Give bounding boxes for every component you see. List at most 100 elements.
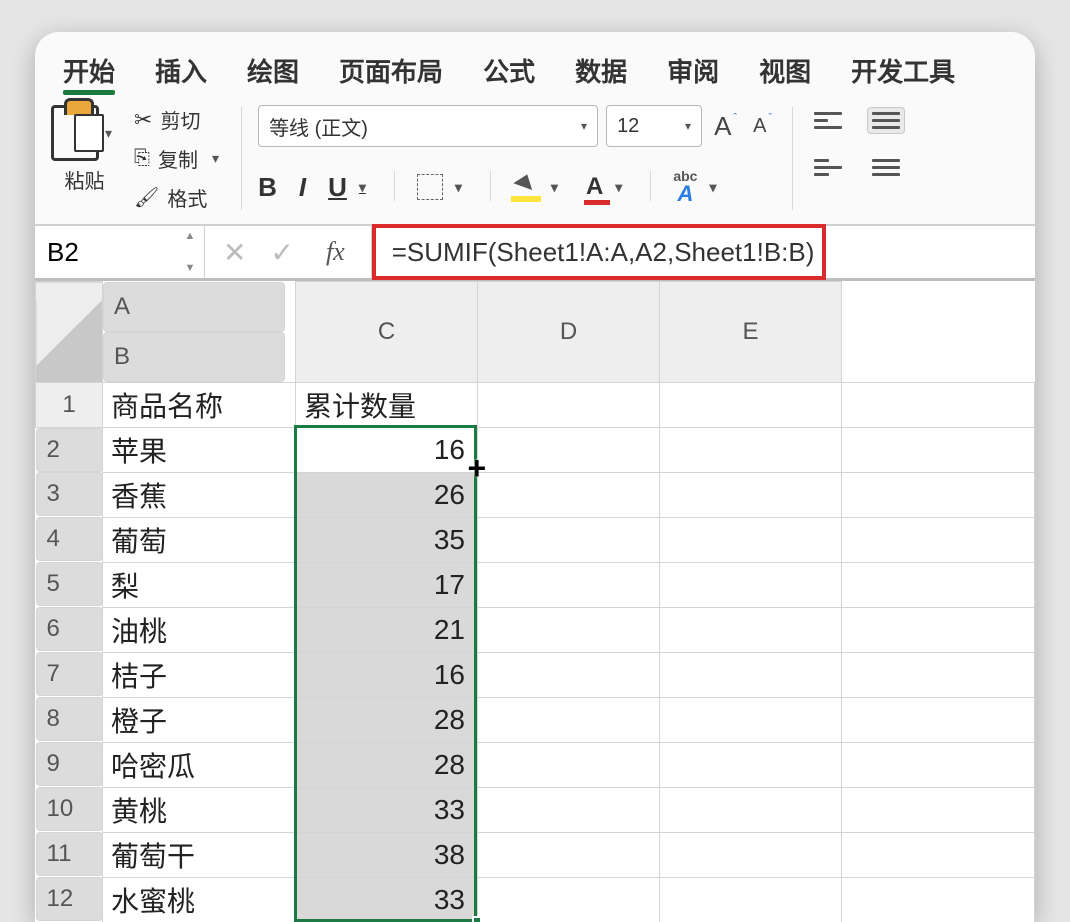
phonetic-button[interactable]: abcA ▾ — [673, 169, 722, 205]
cell-E2[interactable] — [842, 427, 1035, 472]
cell-B11[interactable]: 38 — [296, 832, 478, 877]
cell-E12[interactable] — [842, 877, 1035, 922]
cell-A9[interactable]: 哈密瓜 — [103, 742, 296, 787]
cell-D10[interactable] — [660, 787, 842, 832]
fx-button[interactable]: fx — [318, 237, 353, 267]
cell-D4[interactable] — [660, 517, 842, 562]
cell-C8[interactable] — [478, 697, 660, 742]
cell-E11[interactable] — [842, 832, 1035, 877]
bold-button[interactable]: B — [258, 172, 277, 203]
align-top-button[interactable] — [809, 107, 847, 134]
cell-A11[interactable]: 葡萄干 — [103, 832, 296, 877]
cell-A7[interactable]: 桔子 — [103, 652, 296, 697]
font-size-select[interactable]: 12 ▾ — [606, 105, 702, 147]
row-header-9[interactable]: 9 — [36, 742, 103, 786]
copy-button[interactable]: ⎘ 复制 ▾ — [134, 144, 225, 173]
underline-button[interactable]: U▾ — [328, 172, 372, 203]
cell-C4[interactable] — [478, 517, 660, 562]
cell-D7[interactable] — [660, 652, 842, 697]
row-header-11[interactable]: 11 — [36, 832, 103, 876]
cell-B6[interactable]: 21 — [296, 607, 478, 652]
cell-C9[interactable] — [478, 742, 660, 787]
cell-D6[interactable] — [660, 607, 842, 652]
tab-view[interactable]: 视图 — [759, 52, 811, 89]
cell-B12[interactable]: 33 — [296, 877, 478, 922]
tab-page-layout[interactable]: 页面布局 — [339, 52, 443, 89]
formula-input[interactable]: =SUMIF(Sheet1!A:A,A2,Sheet1!B:B) — [372, 224, 826, 280]
cell-D1[interactable] — [660, 382, 842, 427]
copy-dropdown[interactable]: ▾ — [206, 150, 225, 167]
font-name-select[interactable]: 等线 (正文) ▾ — [258, 105, 598, 147]
align-left-button[interactable] — [809, 154, 847, 181]
tab-home[interactable]: 开始 — [63, 52, 115, 89]
tab-draw[interactable]: 绘图 — [247, 52, 299, 89]
paste-button[interactable]: 粘贴 — [65, 165, 105, 194]
align-center-button[interactable] — [867, 154, 905, 181]
col-header-A[interactable]: A — [103, 282, 285, 332]
row-header-7[interactable]: 7 — [36, 652, 103, 696]
cell-E10[interactable] — [842, 787, 1035, 832]
col-header-D[interactable]: D — [478, 282, 660, 383]
tab-formula[interactable]: 公式 — [483, 52, 535, 89]
cell-A5[interactable]: 梨 — [103, 562, 296, 607]
cell-A6[interactable]: 油桃 — [103, 607, 296, 652]
cell-A8[interactable]: 橙子 — [103, 697, 296, 742]
increase-font-button[interactable]: Aˆ — [710, 111, 741, 142]
worksheet[interactable]: A B C D E 1商品名称累计数量2苹果163香蕉264葡萄355梨176油… — [35, 281, 1035, 922]
cell-E1[interactable] — [842, 382, 1035, 427]
cell-B8[interactable]: 28 — [296, 697, 478, 742]
tab-insert[interactable]: 插入 — [155, 52, 207, 89]
cell-B10[interactable]: 33 — [296, 787, 478, 832]
row-header-12[interactable]: 12 — [36, 877, 103, 921]
row-header-4[interactable]: 4 — [36, 517, 103, 561]
cell-A12[interactable]: 水蜜桃 — [103, 877, 296, 922]
cell-B4[interactable]: 35 — [296, 517, 478, 562]
tab-review[interactable]: 审阅 — [667, 52, 719, 89]
cell-E9[interactable] — [842, 742, 1035, 787]
decrease-font-button[interactable]: Aˇ — [749, 115, 776, 138]
row-header-8[interactable]: 8 — [36, 697, 103, 741]
cell-E6[interactable] — [842, 607, 1035, 652]
col-header-B[interactable]: B — [103, 332, 285, 382]
row-header-6[interactable]: 6 — [36, 607, 103, 651]
row-header-10[interactable]: 10 — [36, 787, 103, 831]
cell-D9[interactable] — [660, 742, 842, 787]
row-header-5[interactable]: 5 — [36, 562, 103, 606]
cell-A2[interactable]: 苹果 — [103, 427, 296, 472]
cell-C5[interactable] — [478, 562, 660, 607]
col-header-E[interactable]: E — [660, 282, 842, 383]
name-box-spinner[interactable]: ▲▼ — [180, 230, 200, 274]
cell-B1[interactable]: 累计数量 — [296, 382, 478, 427]
cell-B2[interactable]: 16 — [296, 427, 478, 472]
cell-D12[interactable] — [660, 877, 842, 922]
cell-A4[interactable]: 葡萄 — [103, 517, 296, 562]
tab-data[interactable]: 数据 — [575, 52, 627, 89]
cell-D8[interactable] — [660, 697, 842, 742]
cell-C1[interactable] — [478, 382, 660, 427]
accept-formula-button[interactable]: ✓ — [270, 236, 293, 269]
cell-C11[interactable] — [478, 832, 660, 877]
cell-B7[interactable]: 16 — [296, 652, 478, 697]
fill-color-button[interactable]: ▾ — [513, 174, 564, 200]
row-header-1[interactable]: 1 — [36, 382, 103, 427]
select-all-corner[interactable] — [36, 282, 103, 383]
name-box[interactable]: B2 ▲▼ — [35, 226, 205, 278]
cell-D3[interactable] — [660, 472, 842, 517]
tab-developer[interactable]: 开发工具 — [851, 52, 955, 89]
cell-B5[interactable]: 17 — [296, 562, 478, 607]
format-painter-button[interactable]: 🖌 格式 — [134, 183, 225, 212]
cell-D11[interactable] — [660, 832, 842, 877]
cell-E5[interactable] — [842, 562, 1035, 607]
cell-A10[interactable]: 黄桃 — [103, 787, 296, 832]
cell-D5[interactable] — [660, 562, 842, 607]
cell-A1[interactable]: 商品名称 — [103, 382, 296, 427]
cell-B9[interactable]: 28 — [296, 742, 478, 787]
borders-button[interactable]: ▾ — [417, 174, 468, 200]
cell-D2[interactable] — [660, 427, 842, 472]
row-header-3[interactable]: 3 — [36, 472, 103, 516]
cell-C7[interactable] — [478, 652, 660, 697]
cell-E8[interactable] — [842, 697, 1035, 742]
align-middle-button[interactable] — [867, 107, 905, 134]
cell-C10[interactable] — [478, 787, 660, 832]
cell-A3[interactable]: 香蕉 — [103, 472, 296, 517]
